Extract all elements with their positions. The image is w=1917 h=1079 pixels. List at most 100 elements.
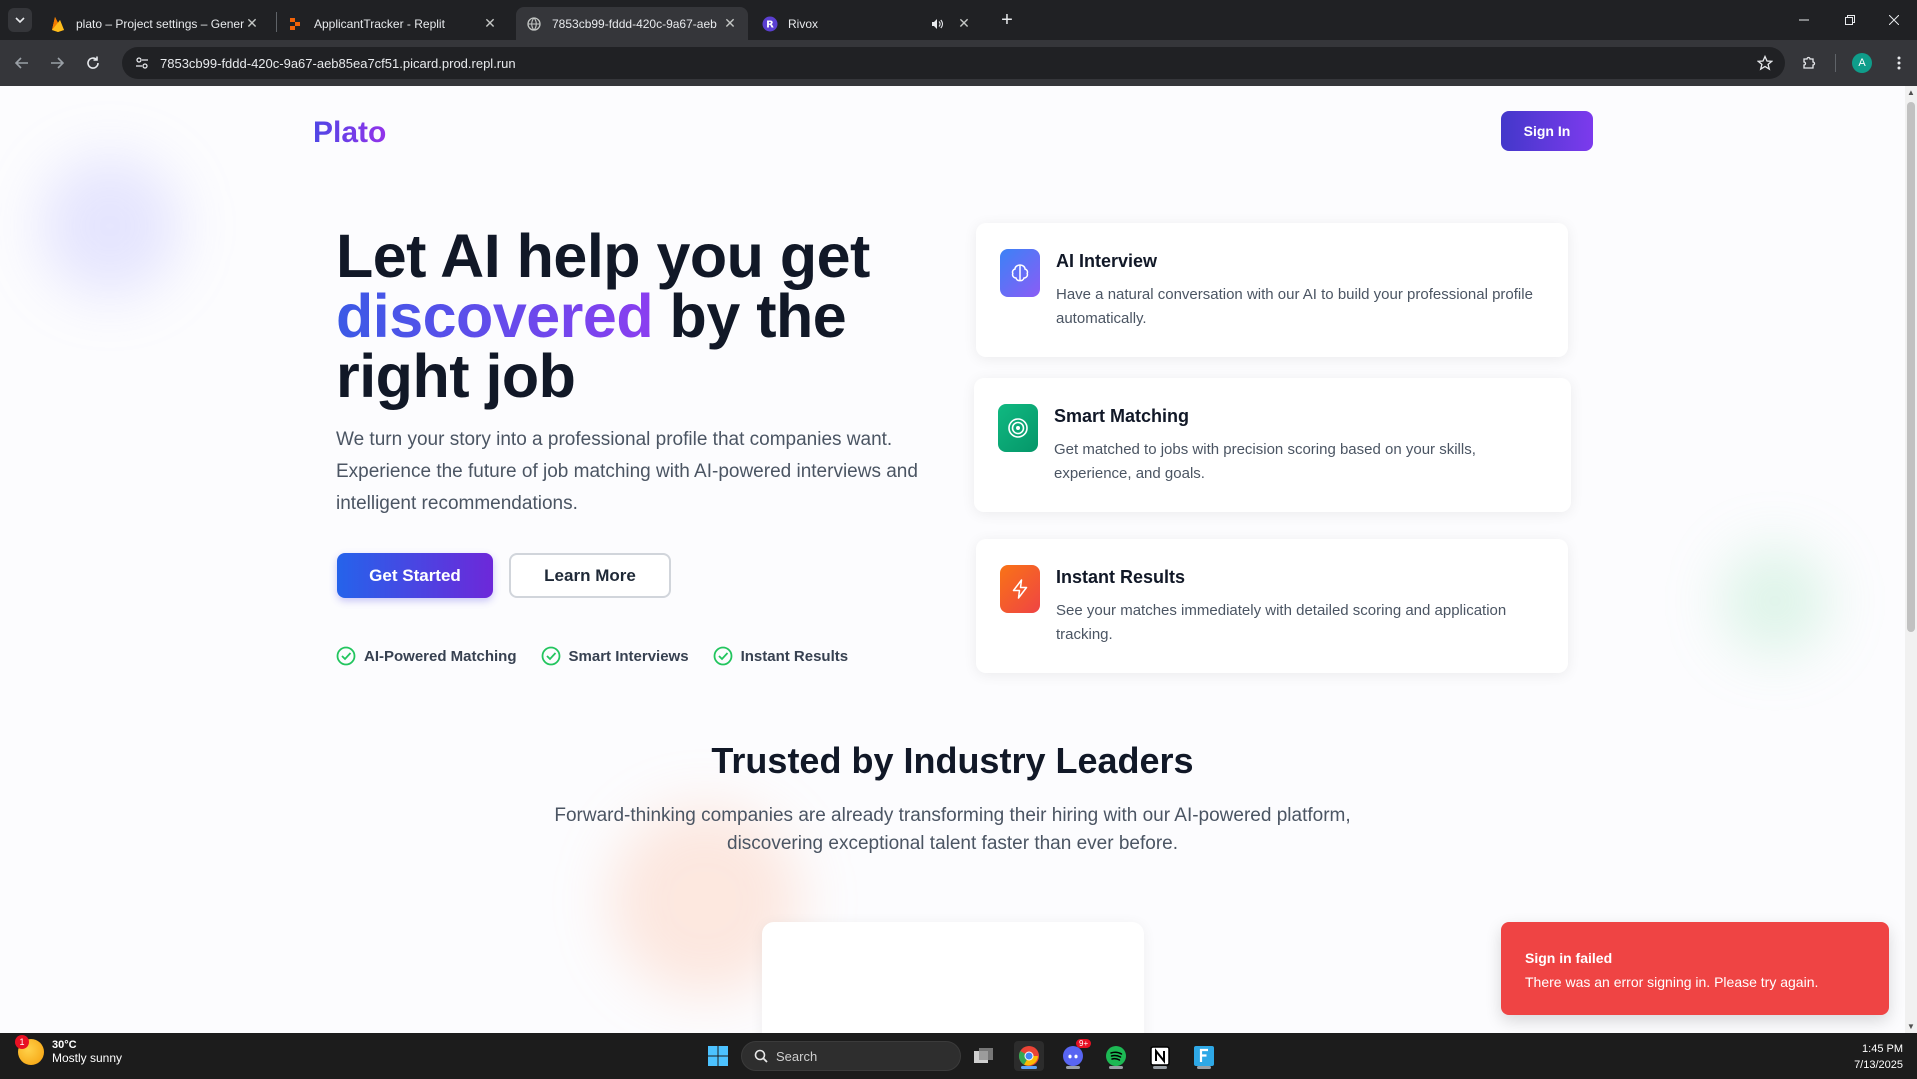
- scroll-down-icon[interactable]: ▼: [1907, 1022, 1915, 1031]
- site-info-icon[interactable]: [126, 47, 158, 79]
- active-indicator: [1153, 1066, 1167, 1069]
- toast-title: Sign in failed: [1525, 950, 1613, 966]
- learn-more-button[interactable]: Learn More: [509, 553, 671, 598]
- address-bar[interactable]: 7853cb99-fddd-420c-9a67-aeb85ea7cf51.pic…: [122, 47, 1785, 79]
- browser-menu-button[interactable]: [1887, 51, 1911, 75]
- task-view-icon[interactable]: [969, 1041, 999, 1071]
- new-tab-button[interactable]: +: [995, 8, 1019, 32]
- clock-time: 1:45 PM: [1862, 1043, 1903, 1055]
- extensions-button[interactable]: [1797, 51, 1821, 75]
- restore-icon: [1845, 15, 1855, 25]
- windows-taskbar: 1 30°C Mostly sunny Search 9+ 1:45 PM 7/…: [0, 1033, 1917, 1079]
- app-f-taskbar-icon[interactable]: [1189, 1041, 1219, 1071]
- weather-description: Mostly sunny: [52, 1051, 123, 1065]
- decorative-blob: [40, 156, 180, 296]
- hero-title-highlight: discovered: [336, 282, 654, 350]
- get-started-button[interactable]: Get Started: [337, 553, 493, 598]
- card-title: Smart Matching: [1054, 406, 1190, 426]
- feature-item: AI-Powered Matching: [336, 646, 517, 666]
- reload-button[interactable]: [80, 50, 106, 76]
- close-tab-icon[interactable]: ✕: [244, 15, 260, 32]
- trusted-subtitle: Forward-thinking companies are already t…: [554, 805, 1351, 854]
- bookmark-star-icon[interactable]: [1755, 53, 1775, 73]
- restore-button[interactable]: [1827, 0, 1873, 40]
- lightning-icon: [1000, 565, 1040, 613]
- browser-toolbar: 7853cb99-fddd-420c-9a67-aeb85ea7cf51.pic…: [0, 40, 1917, 86]
- tab-current-page[interactable]: 7853cb99-fddd-420c-9a67-aeb ✕: [516, 7, 748, 40]
- minimize-button[interactable]: [1781, 0, 1827, 40]
- toast-description: There was an error signing in. Please tr…: [1525, 974, 1819, 990]
- tab-separator: [276, 12, 277, 32]
- windows-start-icon[interactable]: [703, 1041, 733, 1071]
- spotify-taskbar-icon[interactable]: [1101, 1041, 1131, 1071]
- close-tab-icon[interactable]: ✕: [722, 15, 738, 32]
- profile-avatar[interactable]: A: [1852, 53, 1872, 73]
- card-description: Have a natural conversation with our AI …: [1056, 286, 1533, 327]
- notion-taskbar-icon[interactable]: [1145, 1041, 1175, 1071]
- hero-title-line3: right job: [336, 342, 576, 410]
- notification-badge: 1: [15, 1035, 29, 1049]
- feature-item: Smart Interviews: [541, 646, 689, 666]
- hero-title: Let AI help you get discovered by the ri…: [336, 226, 936, 407]
- search-placeholder: Search: [776, 1048, 818, 1064]
- brain-icon: [1000, 249, 1040, 297]
- toolbar-divider: [1835, 54, 1836, 72]
- discord-badge: 9+: [1076, 1039, 1092, 1048]
- kebab-menu-icon: [1897, 56, 1901, 70]
- feature-card-instant-results: Instant Results See your matches immedia…: [976, 539, 1568, 673]
- taskbar-search[interactable]: Search: [741, 1041, 961, 1071]
- scroll-up-icon[interactable]: ▲: [1907, 88, 1915, 97]
- rivox-icon: R: [762, 16, 778, 32]
- clock-date: 7/13/2025: [1854, 1059, 1903, 1071]
- close-icon: [1889, 15, 1899, 25]
- svg-text:R: R: [766, 19, 774, 30]
- sign-in-button[interactable]: Sign In: [1501, 111, 1593, 151]
- trusted-title: Trusted by Industry Leaders: [711, 740, 1194, 781]
- tab-title: ApplicantTracker - Replit: [314, 16, 445, 31]
- globe-icon: [526, 16, 542, 32]
- check-circle-icon: [336, 646, 356, 666]
- decorative-blob: [1720, 546, 1830, 656]
- close-tab-icon[interactable]: ✕: [482, 15, 498, 32]
- reload-icon: [87, 56, 99, 69]
- company-logo-card: [762, 922, 1144, 1033]
- replit-icon: [288, 16, 304, 32]
- active-indicator: [1109, 1066, 1123, 1069]
- plato-logo[interactable]: Plato: [313, 116, 386, 150]
- speaker-icon[interactable]: [930, 17, 944, 31]
- error-toast[interactable]: Sign in failed There was an error signin…: [1501, 922, 1889, 1015]
- tab-rivox[interactable]: R Rivox ✕: [752, 7, 982, 40]
- target-icon: [998, 404, 1038, 452]
- active-indicator: [1066, 1066, 1080, 1069]
- tab-search-button[interactable]: [8, 8, 32, 32]
- tab-applicanttracker[interactable]: ApplicantTracker - Replit ✕: [278, 7, 508, 40]
- tab-title: 7853cb99-fddd-420c-9a67-aeb: [552, 16, 717, 31]
- close-tab-icon[interactable]: ✕: [956, 15, 972, 32]
- hero-title-line1: Let AI help you get: [336, 222, 870, 290]
- tab-plato-settings[interactable]: plato – Project settings – Gener ✕: [40, 7, 270, 40]
- firebase-icon: [50, 16, 66, 32]
- arrow-right-icon: [51, 57, 64, 69]
- close-window-button[interactable]: [1871, 0, 1917, 40]
- scrollbar-thumb[interactable]: [1907, 102, 1915, 632]
- tab-title: plato – Project settings – Gener: [76, 16, 244, 31]
- tab-title: Rivox: [788, 16, 819, 31]
- feature-label: Smart Interviews: [568, 647, 689, 665]
- feature-card-smart-matching: Smart Matching Get matched to jobs with …: [974, 378, 1571, 512]
- weather-temp: 30°C: [52, 1039, 77, 1051]
- weather-widget[interactable]: 1 30°C Mostly sunny: [15, 1035, 123, 1065]
- discord-taskbar-icon[interactable]: 9+: [1058, 1039, 1092, 1071]
- feature-label: Instant Results: [740, 647, 849, 665]
- search-icon: [754, 1049, 768, 1063]
- url-text: 7853cb99-fddd-420c-9a67-aeb85ea7cf51.pic…: [160, 55, 516, 71]
- active-indicator: [1197, 1066, 1211, 1069]
- check-circle-icon: [541, 646, 560, 666]
- chrome-taskbar-icon[interactable]: [1014, 1041, 1044, 1071]
- system-clock[interactable]: 1:45 PM 7/13/2025: [1854, 1041, 1903, 1073]
- forward-button[interactable]: [44, 50, 70, 76]
- tab-strip: plato – Project settings – Gener ✕ Appli…: [0, 0, 1917, 40]
- card-description: Get matched to jobs with precision scori…: [1054, 441, 1476, 482]
- page-scrollbar[interactable]: ▲ ▼: [1905, 86, 1917, 1033]
- feature-label: AI-Powered Matching: [364, 647, 517, 665]
- back-button[interactable]: [9, 50, 35, 76]
